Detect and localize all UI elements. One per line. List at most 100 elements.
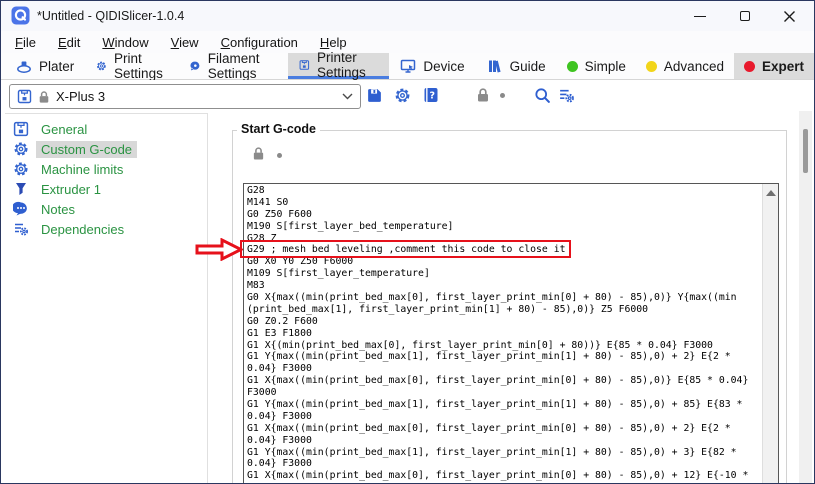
gcode-line: M190 S[first_layer_bed_temperature]	[247, 221, 761, 233]
mode-expert[interactable]: Expert	[734, 53, 814, 79]
question-book-icon: ?	[423, 87, 439, 103]
menu-file[interactable]: File	[4, 33, 47, 52]
app-window: *Untitled - QIDISlicer-1.0.4 File Edit W…	[0, 0, 815, 484]
menu-bar: File Edit Window View Configuration Help	[1, 31, 814, 53]
tab-device[interactable]: Device	[389, 53, 475, 79]
group-title: Start G-code	[237, 122, 320, 136]
tab-guide[interactable]: Guide	[476, 53, 557, 79]
gcode-line: G0 Z0.2 F600	[247, 316, 761, 328]
tab-plater-label: Plater	[39, 59, 74, 74]
gcode-line: G1 Y{max((min(print_bed_max[1], first_la…	[247, 351, 761, 363]
gcode-line: 0.04} F3000	[247, 411, 761, 423]
sidebar-item-extruder-1[interactable]: Extruder 1	[5, 179, 207, 199]
modified-indicator-dot	[492, 85, 512, 105]
gcode-line: G0 X{max((min(print_bed_max[0], first_la…	[247, 292, 761, 304]
menu-view[interactable]: View	[160, 33, 210, 52]
gcode-line: G1 Y{max((min(print_bed_max[1], first_la…	[247, 447, 761, 459]
maximize-button[interactable]	[722, 1, 767, 31]
sidebar-item-general[interactable]: General	[5, 119, 207, 139]
tab-filament-settings[interactable]: Filament Settings	[179, 53, 288, 79]
gear-icon	[96, 58, 107, 74]
gcode-line: G1 X{max((min(print_bed_max[0], first_la…	[247, 470, 761, 482]
gcode-line: G1 X{(min(print_bed_max[0], first_layer_…	[247, 340, 761, 352]
mode-simple-label: Simple	[585, 59, 626, 74]
tab-guide-label: Guide	[510, 59, 546, 74]
gcode-line: M109 S[first_layer_temperature]	[247, 268, 761, 280]
preset-settings-button[interactable]	[392, 85, 412, 105]
gcode-line-highlighted: G29 ; mesh bed leveling ,comment this co…	[247, 244, 761, 256]
tab-print-settings[interactable]: Print Settings	[85, 53, 179, 79]
search-button[interactable]	[532, 85, 552, 105]
list-gear-icon	[558, 87, 575, 104]
window-title: *Untitled - QIDISlicer-1.0.4	[37, 9, 184, 23]
help-button[interactable]: ?	[421, 85, 441, 105]
guide-books-icon	[487, 58, 503, 74]
tab-printer-settings[interactable]: Printer Settings	[288, 53, 389, 79]
printer-icon	[17, 89, 32, 104]
gear-icon	[13, 141, 29, 157]
menu-edit[interactable]: Edit	[47, 33, 91, 52]
speech-bubble-icon	[13, 201, 29, 217]
tab-filament-settings-label: Filament Settings	[208, 51, 278, 81]
lock-toggle-button[interactable]	[473, 85, 493, 105]
close-button[interactable]	[767, 1, 812, 31]
extruder-funnel-icon	[13, 181, 29, 197]
start-gcode-textarea[interactable]: G28 M141 S0 G0 Z50 F600 M190 S[first_lay…	[243, 183, 779, 484]
minimize-icon	[694, 16, 706, 17]
simple-mode-dot-icon	[567, 61, 578, 72]
tab-bar: Plater Print Settings Filament Settings	[1, 53, 814, 80]
textarea-scrollbar[interactable]	[762, 184, 778, 484]
sidebar-item-custom-gcode[interactable]: Custom G-code	[5, 139, 207, 159]
gcode-line: G1 X{max((min(print_bed_max[0], first_la…	[247, 375, 761, 387]
mode-advanced-label: Advanced	[664, 59, 724, 74]
save-icon	[366, 87, 383, 104]
gcode-line: 0.04} F3000	[247, 458, 761, 470]
gcode-line: 0.04} F3000	[247, 435, 761, 447]
tab-print-settings-label: Print Settings	[114, 51, 168, 81]
menu-configuration[interactable]: Configuration	[210, 33, 309, 52]
list-gear-icon	[13, 221, 29, 237]
printer-icon	[299, 57, 310, 73]
gcode-line: (print_bed_max[1], first_layer_print_min…	[247, 304, 761, 316]
lock-icon	[476, 87, 490, 103]
gcode-line: F3000	[247, 387, 761, 399]
gcode-line: M141 S0	[247, 197, 761, 209]
sidebar-item-label: Notes	[36, 201, 80, 218]
tab-plater[interactable]: Plater	[5, 53, 85, 79]
sidebar-item-dependencies[interactable]: Dependencies	[5, 219, 207, 239]
preset-value: X-Plus 3	[56, 89, 336, 104]
page-scrollbar[interactable]	[799, 111, 812, 484]
sidebar-item-label: Dependencies	[36, 221, 129, 238]
search-settings-button[interactable]	[556, 85, 576, 105]
mode-simple[interactable]: Simple	[557, 53, 636, 79]
printer-preset-dropdown[interactable]: X-Plus 3	[9, 84, 361, 109]
sidebar-item-notes[interactable]: Notes	[5, 199, 207, 219]
tab-printer-settings-label: Printer Settings	[317, 50, 378, 80]
minimize-button[interactable]	[677, 1, 722, 31]
mode-advanced[interactable]: Advanced	[636, 53, 734, 79]
svg-text:?: ?	[430, 91, 436, 102]
chevron-down-icon	[342, 93, 353, 100]
scroll-up-arrow-icon[interactable]	[766, 190, 776, 196]
sidebar-item-label: Extruder 1	[36, 181, 106, 198]
gcode-text: G28 M141 S0 G0 Z50 F600 M190 S[first_lay…	[244, 184, 761, 484]
gcode-line: G0 Z50 F600	[247, 209, 761, 221]
gcode-line: G28 Z	[247, 233, 761, 245]
modified-indicator-dot	[277, 153, 282, 158]
app-logo-icon	[11, 6, 30, 25]
sidebar-item-label: Custom G-code	[36, 141, 137, 158]
menu-window[interactable]: Window	[91, 33, 159, 52]
advanced-mode-dot-icon	[646, 61, 657, 72]
device-icon	[400, 58, 416, 74]
gcode-line: G1 Y{max((min(print_bed_max[1], first_la…	[247, 399, 761, 411]
lock-icon	[38, 90, 50, 104]
page-scrollbar-thumb[interactable]	[803, 129, 808, 173]
sidebar-item-machine-limits[interactable]: Machine limits	[5, 159, 207, 179]
maximize-icon	[740, 11, 750, 21]
gcode-line: G1 E3 F1800	[247, 328, 761, 340]
gcode-line: G28	[247, 185, 761, 197]
mode-switcher: Simple Advanced Expert	[557, 53, 814, 79]
lock-icon[interactable]	[252, 146, 265, 161]
filament-icon	[190, 58, 201, 74]
save-preset-button[interactable]	[364, 85, 384, 105]
